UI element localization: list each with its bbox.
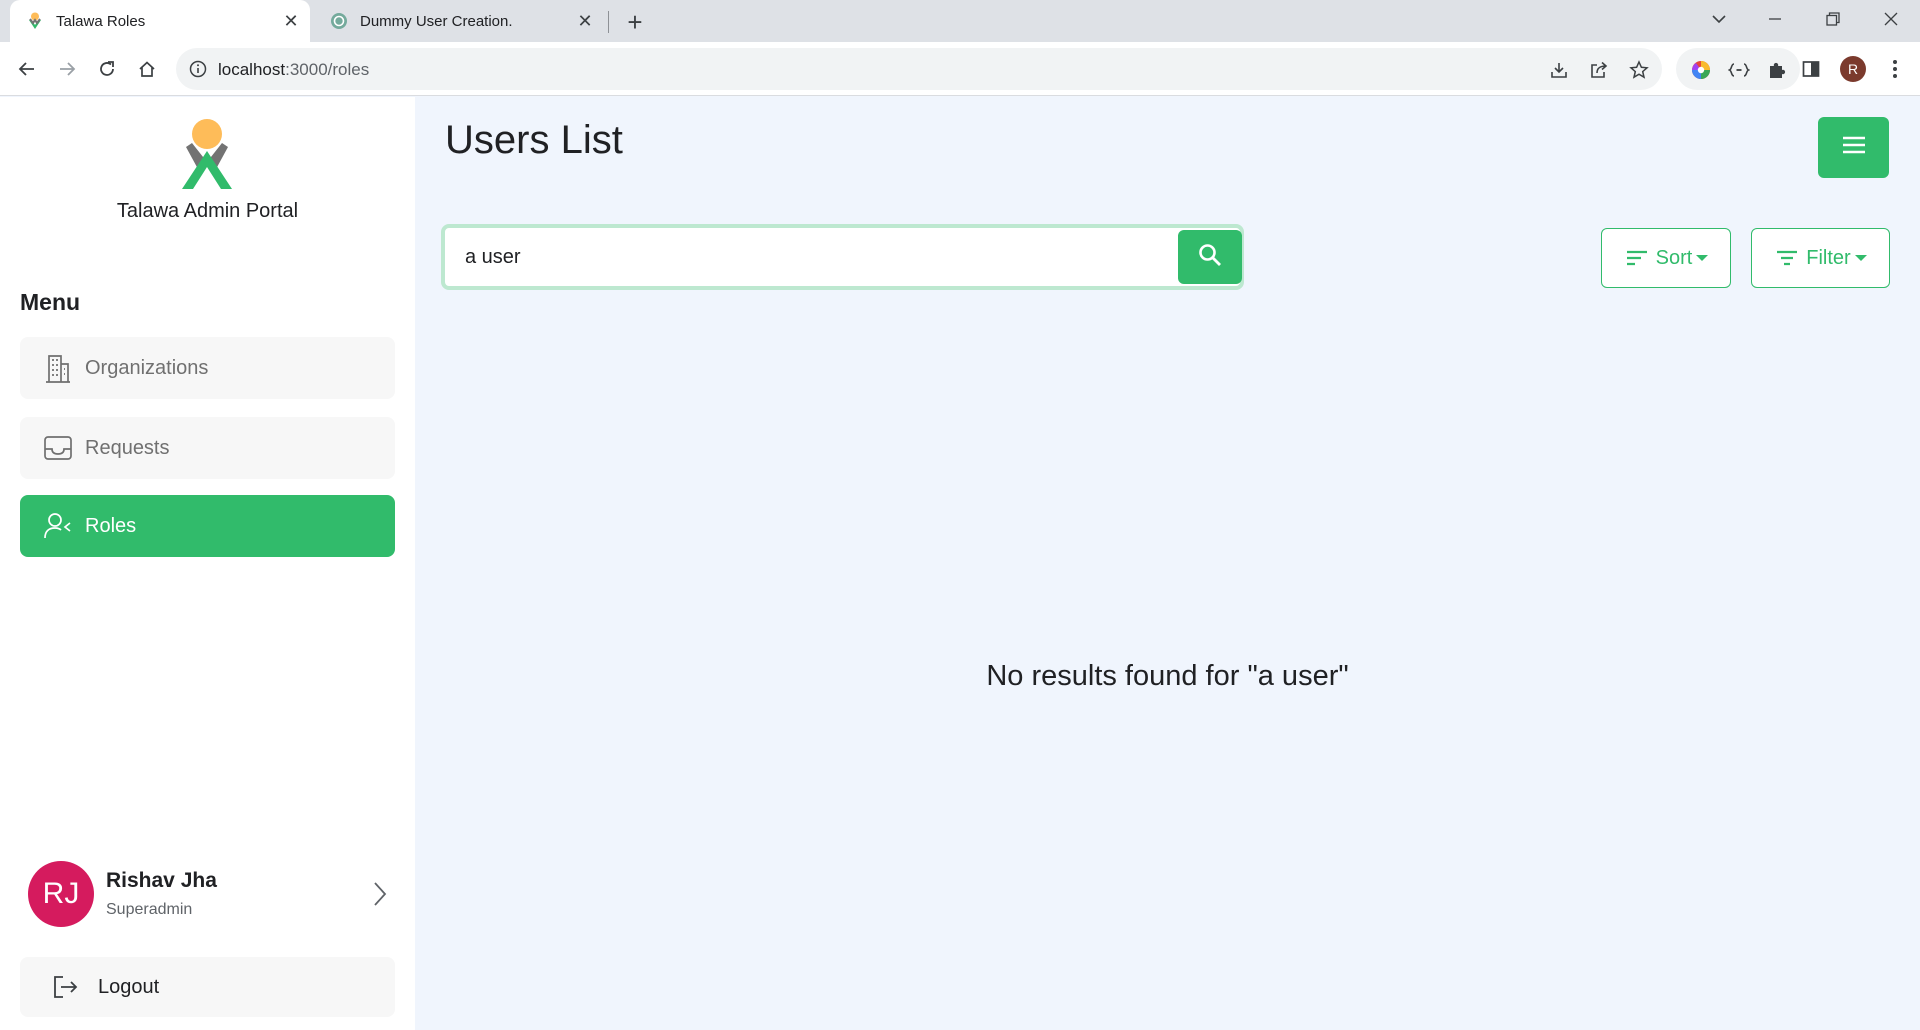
sort-icon [1624,245,1650,271]
search-input[interactable] [445,228,1177,286]
user-roles-icon [41,509,75,543]
search-bar [441,224,1244,290]
portal-title: Talawa Admin Portal [116,200,299,222]
logout-button[interactable]: Logout [20,957,395,1017]
restore-icon[interactable] [1810,0,1856,38]
close-tab-icon[interactable]: ✕ [280,10,302,32]
url-text: localhost:3000/roles [218,60,369,80]
building-icon [41,351,75,385]
search-icon [1197,242,1223,273]
color-picker-extension-icon[interactable] [1690,59,1712,81]
sidebar: Talawa Admin Portal Menu Organizations R… [0,97,415,1030]
close-tab-icon[interactable]: ✕ [574,10,596,32]
sort-dropdown-button[interactable]: Sort [1601,228,1731,288]
new-tab-button[interactable]: + [620,7,650,37]
user-name: Rishav Jha [106,869,217,892]
browser-tab-strip: Talawa Roles ✕ Dummy User Creation. ✕ + [0,0,1920,42]
url-path: :3000/roles [285,60,370,79]
share-icon[interactable] [1588,59,1610,81]
browser-menu-icon[interactable] [1880,54,1910,84]
profile-initial: R [1840,56,1866,82]
sort-label: Sort [1655,246,1693,269]
filter-dropdown-button[interactable]: Filter [1751,228,1890,288]
reload-icon[interactable] [92,54,122,84]
minimize-icon[interactable] [1752,0,1798,38]
install-app-icon[interactable] [1548,59,1570,81]
sidebar-item-label: Requests [85,436,170,459]
avatar: RJ [28,861,94,927]
tab-search-icon[interactable] [1696,0,1742,38]
logout-icon [48,970,82,1004]
menu-toggle-button[interactable] [1818,117,1889,178]
side-panel-icon[interactable] [1796,54,1826,84]
caret-down-icon [1696,255,1709,261]
extensions-pill [1676,48,1800,90]
site-info-icon[interactable] [188,59,208,79]
sidebar-item-organizations[interactable]: Organizations [20,337,395,399]
chatgpt-icon [330,12,348,30]
tab-separator [608,11,609,33]
caret-down-icon [1854,255,1867,261]
back-arrow-icon[interactable] [12,54,42,84]
url-host: localhost [218,60,286,79]
home-icon[interactable] [132,54,162,84]
tab-title: Dummy User Creation. [360,12,513,30]
filter-icon [1774,245,1800,271]
talawa-logo-icon [26,12,44,30]
logout-label: Logout [98,975,160,998]
sidebar-item-label: Roles [85,514,137,537]
tab-title: Talawa Roles [56,12,146,30]
filter-label: Filter [1806,246,1851,269]
browser-tab-talawa-roles[interactable]: Talawa Roles ✕ [10,0,310,42]
sidebar-item-requests[interactable]: Requests [20,417,395,479]
profile-avatar-icon[interactable]: R [1838,54,1868,84]
sidebar-item-label: Organizations [85,356,209,379]
user-role: Superadmin [106,901,193,918]
menu-heading: Menu [20,289,81,315]
browser-toolbar: localhost:3000/roles R [0,42,1920,96]
json-viewer-extension-icon[interactable] [1728,59,1750,81]
page-title: Users List [445,118,623,162]
user-profile-card[interactable]: RJ Rishav Jha Superadmin [28,861,398,931]
chevron-right-icon[interactable] [368,879,392,909]
hamburger-icon [1841,135,1867,160]
sidebar-item-roles[interactable]: Roles [20,495,395,557]
no-results-message: No results found for "a user" [986,660,1349,692]
inbox-icon [41,431,75,465]
forward-arrow-icon[interactable] [52,54,82,84]
browser-tab-dummy-user[interactable]: Dummy User Creation. ✕ [314,0,604,42]
puzzle-piece-icon[interactable] [1766,59,1788,81]
address-bar[interactable]: localhost:3000/roles [176,48,1662,90]
bookmark-star-icon[interactable] [1628,59,1650,81]
talawa-logo [176,117,238,191]
search-button[interactable] [1178,230,1242,284]
close-window-icon[interactable] [1868,0,1914,38]
